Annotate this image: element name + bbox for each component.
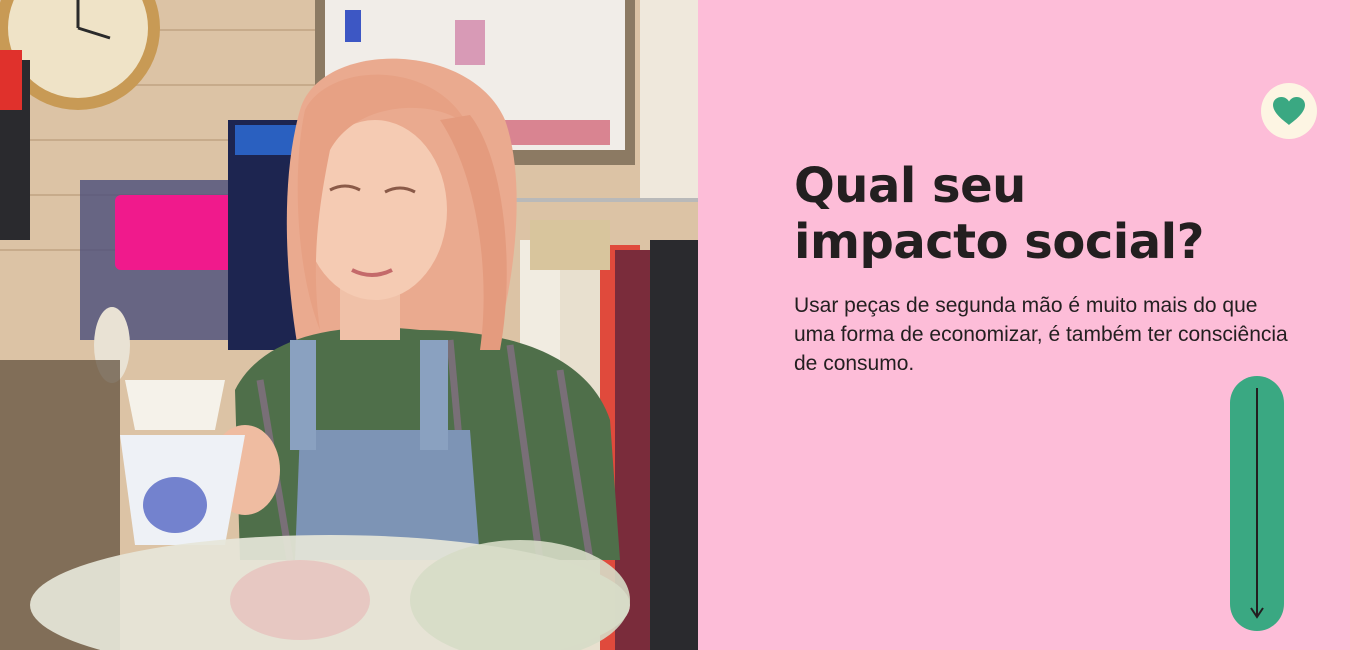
title-line-2: impacto social?: [794, 214, 1204, 270]
hero-description: Usar peças de segunda mão é muito mais d…: [794, 294, 1288, 375]
title-line-1: Qual seu: [794, 158, 1026, 214]
thrift-shop-illustration: [0, 0, 698, 650]
content-panel: Qual seu impacto social? Usar peças de s…: [698, 0, 1350, 650]
page: Qual seu impacto social? Usar peças de s…: [0, 0, 1350, 650]
heart-badge[interactable]: [1261, 83, 1317, 139]
arrow-down-icon: [1250, 388, 1264, 619]
heart-icon: [1273, 97, 1305, 125]
page-title: Qual seu impacto social?: [794, 158, 1234, 270]
hero-photo: [0, 0, 698, 650]
scroll-down-button[interactable]: [1230, 376, 1284, 631]
